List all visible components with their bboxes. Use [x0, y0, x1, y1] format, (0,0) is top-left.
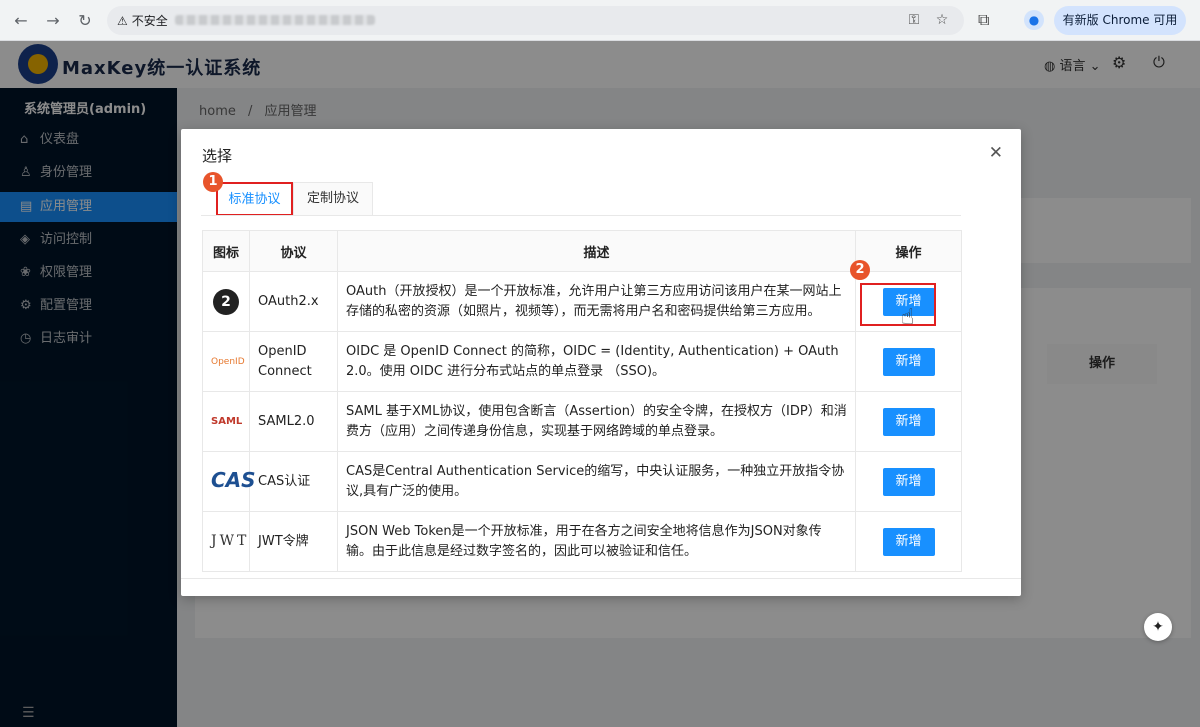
insecure-indicator[interactable]: ⚠ 不安全 — [117, 12, 168, 29]
table-row: 2 OAuth2.x OAuth（开放授权）是一个开放标准，允许用户让第三方应用… — [202, 271, 962, 332]
key-icon[interactable]: ⚿ — [905, 11, 923, 29]
tab-standard[interactable]: 标准协议 — [216, 182, 293, 216]
table-row: SAML SAML2.0 SAML 基于XML协议，使用包含断言（Asserti… — [202, 391, 962, 452]
protocol-name: CAS认证 — [249, 451, 338, 512]
saml-icon: SAML — [211, 416, 243, 427]
col-icon: 图标 — [202, 230, 250, 272]
select-protocol-modal: 选择 ✕ 标准协议 定制协议 1 图标 协议 描述 操作 2 OAuth2.x … — [181, 129, 1021, 596]
protocol-desc: JSON Web Token是一个开放标准，用于在各方之间安全地将信息作为JSO… — [337, 511, 856, 572]
table-row: CAS CAS认证 CAS是Central Authentication Ser… — [202, 451, 962, 512]
protocol-name: OpenID Connect — [249, 331, 338, 392]
cas-icon: CAS — [211, 467, 256, 492]
openid-icon: OpenID — [211, 357, 245, 367]
protocol-name: JWT令牌 — [249, 511, 338, 572]
modal-footer-divider — [181, 578, 1021, 579]
hand-cursor-icon: ☝ — [901, 305, 915, 330]
reload-icon[interactable]: ↻ — [74, 10, 96, 32]
warning-icon: ⚠ — [117, 13, 128, 28]
table-row: JWT JWT令牌 JSON Web Token是一个开放标准，用于在各方之间安… — [202, 511, 962, 572]
blurred-url — [175, 15, 375, 25]
col-action: 操作 — [855, 230, 962, 272]
protocol-desc: CAS是Central Authentication Service的缩写，中央… — [337, 451, 856, 512]
add-cas-button[interactable]: 新增 — [882, 467, 935, 496]
protocol-name: OAuth2.x — [249, 271, 338, 332]
oauth2-icon: 2 — [213, 288, 239, 315]
protocol-table: 图标 协议 描述 操作 2 OAuth2.x OAuth（开放授权）是一个开放标… — [202, 230, 962, 572]
col-protocol: 协议 — [249, 230, 338, 272]
back-icon[interactable]: ← — [10, 10, 32, 32]
protocol-desc: SAML 基于XML协议，使用包含断言（Assertion）的安全令牌，在授权方… — [337, 391, 856, 452]
close-icon[interactable]: ✕ — [989, 143, 1003, 163]
chrome-update-button[interactable]: 有新版 Chrome 可用 — [1054, 6, 1186, 35]
tabs-divider — [201, 215, 961, 216]
protocol-desc: OAuth（开放授权）是一个开放标准，允许用户让第三方应用访问该用户在某一网站上… — [337, 271, 856, 332]
modal-title: 选择 — [202, 147, 233, 165]
add-jwt-button[interactable]: 新增 — [882, 527, 935, 556]
forward-icon[interactable]: → — [42, 10, 64, 32]
add-oidc-button[interactable]: 新增 — [882, 347, 935, 376]
highlight-box — [860, 283, 936, 326]
address-bar[interactable]: ⚠ 不安全 ⚿ ☆ — [107, 6, 964, 35]
star-icon[interactable]: ☆ — [933, 11, 951, 29]
jwt-icon: JWT — [211, 533, 250, 549]
protocol-name: SAML2.0 — [249, 391, 338, 452]
extensions-icon[interactable]: ⧉ — [978, 10, 989, 30]
tab-custom[interactable]: 定制协议 — [293, 182, 373, 216]
table-row: OpenID OpenID Connect OIDC 是 OpenID Conn… — [202, 331, 962, 392]
col-desc: 描述 — [337, 230, 856, 272]
profile-avatar[interactable]: ● — [1024, 10, 1044, 30]
table-header: 图标 协议 描述 操作 — [202, 230, 962, 272]
step-badge-1: 1 — [203, 172, 223, 192]
magic-wand-icon[interactable]: ✦ — [1144, 613, 1172, 641]
step-badge-2: 2 — [850, 260, 870, 280]
add-saml-button[interactable]: 新增 — [882, 407, 935, 436]
protocol-desc: OIDC 是 OpenID Connect 的简称，OIDC = (Identi… — [337, 331, 856, 392]
browser-toolbar: ← → ↻ ⚠ 不安全 ⚿ ☆ ⧉ ● 有新版 Chrome 可用 — [0, 0, 1200, 41]
